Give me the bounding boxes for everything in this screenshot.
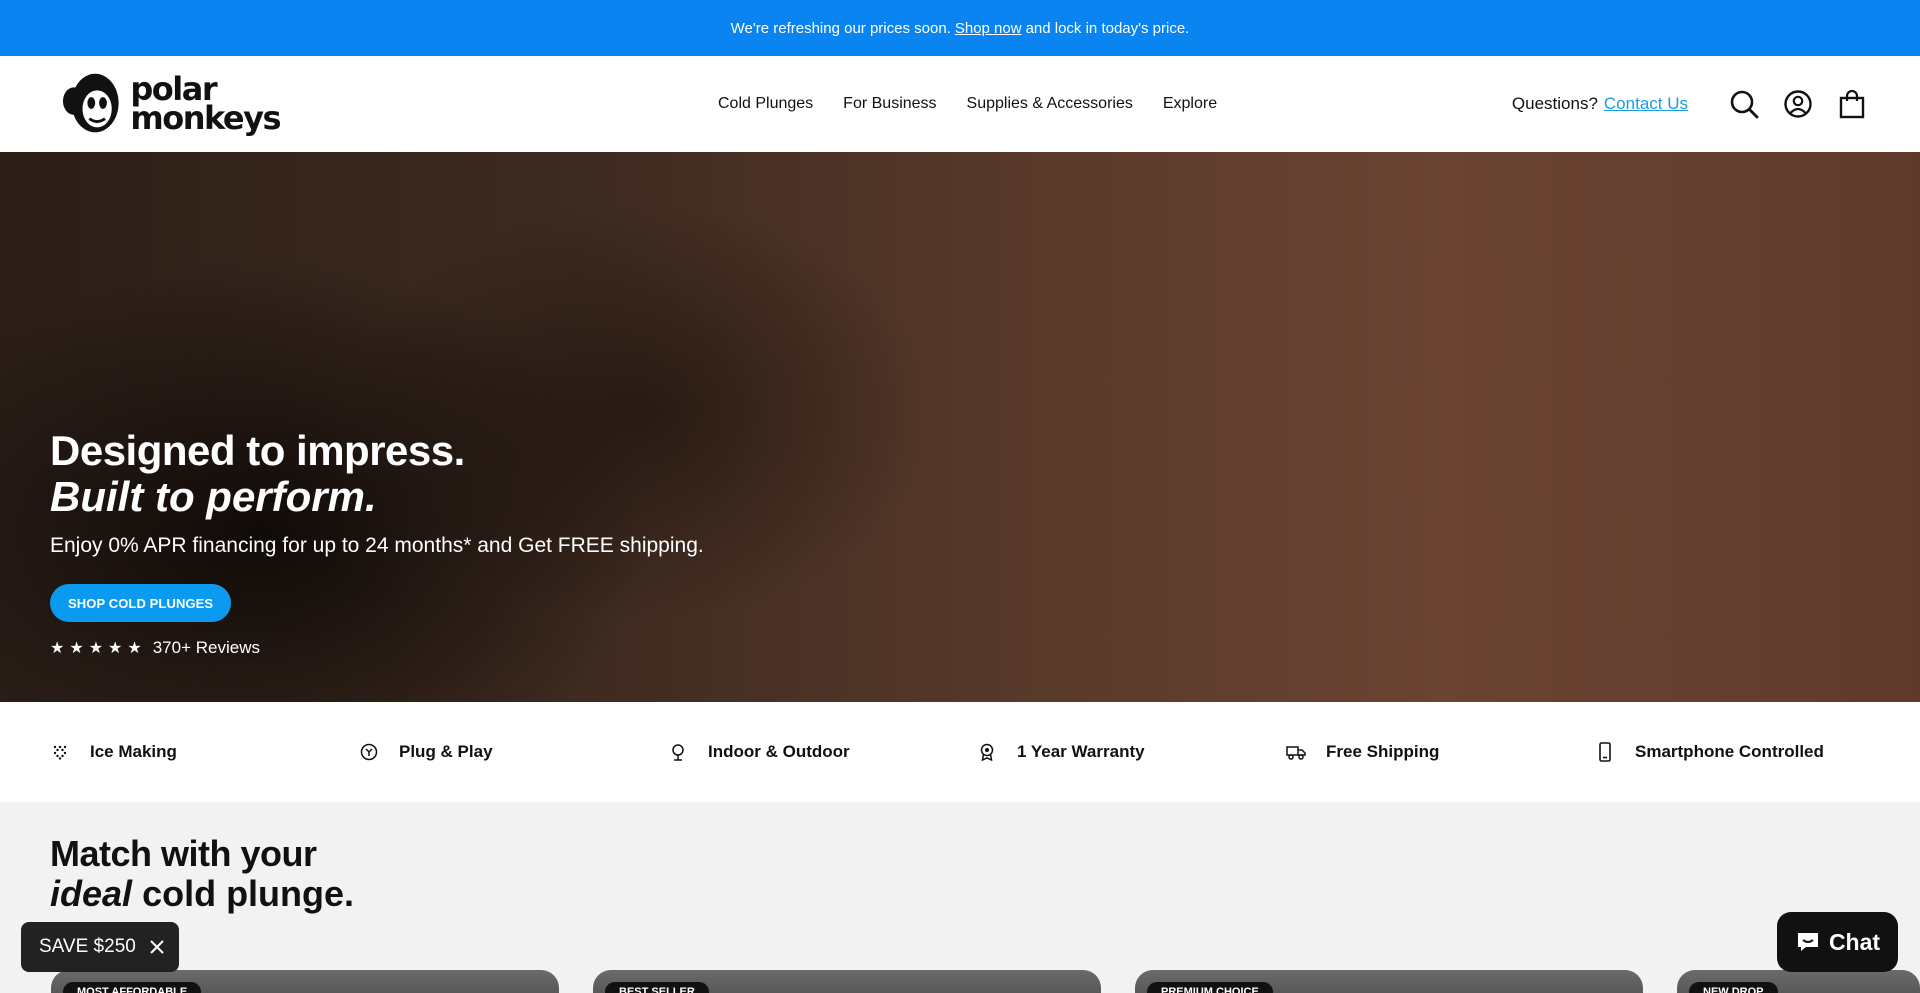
product-card[interactable]: BEST SELLER: [593, 970, 1101, 993]
site-header: polar monkeys Cold Plunges For Business …: [0, 56, 1920, 152]
features-bar: Ice Making Plug & Play Indoor & Outdoor …: [0, 702, 1920, 802]
search-icon[interactable]: [1728, 88, 1760, 120]
card-badge: MOST AFFORDABLE: [63, 982, 202, 993]
award-icon: [977, 742, 997, 762]
feature-label: 1 Year Warranty: [1017, 742, 1145, 761]
match-section: Match with your ideal cold plunge. MOST …: [0, 802, 1920, 993]
shop-cold-plunges-button[interactable]: SHOP COLD PLUNGES: [50, 584, 232, 622]
feature-label: Indoor & Outdoor: [708, 742, 850, 761]
hero-reviews[interactable]: ★★★★★ 370+ Reviews: [50, 638, 260, 658]
announcement-bar: We're refreshing our prices soon. Shop n…: [0, 0, 1920, 56]
feature-free-shipping: Free Shipping: [1286, 702, 1439, 802]
snowflake-icon: [50, 742, 70, 762]
header-actions: Questions? Contact Us: [1512, 56, 1868, 152]
feature-plug-play: Plug & Play: [359, 702, 493, 802]
hero-subtitle: Enjoy 0% APR financing for up to 24 mont…: [50, 534, 704, 557]
feature-ice-making: Ice Making: [50, 702, 177, 802]
product-card[interactable]: PREMIUM CHOICE: [1135, 970, 1643, 993]
save-promo-label: SAVE $250: [39, 936, 136, 957]
chat-bubble-icon: [1797, 933, 1818, 951]
reviews-count: 370+ Reviews: [152, 638, 260, 657]
close-icon[interactable]: [147, 937, 167, 957]
product-card[interactable]: NEW DROP: [1677, 970, 1920, 993]
announcement-text-before: We're refreshing our prices soon.: [730, 19, 951, 37]
card-badge: BEST SELLER: [605, 982, 709, 993]
questions-label: Questions?: [1511, 94, 1598, 113]
smartphone-icon: [1595, 742, 1615, 762]
hero-title: Designed to impress. Built to perform.: [50, 428, 465, 520]
star-rating-icon: ★★★★★: [50, 640, 147, 657]
feature-label: Plug & Play: [399, 742, 493, 761]
main-nav: Cold Plunges For Business Supplies & Acc…: [718, 56, 1217, 152]
cart-icon[interactable]: [1836, 88, 1868, 120]
nav-item-explore[interactable]: Explore: [1163, 95, 1217, 113]
truck-icon: [1286, 742, 1306, 762]
card-badge: PREMIUM CHOICE: [1147, 982, 1273, 993]
chat-button[interactable]: Chat: [1777, 912, 1898, 972]
logo-wordmark: polar monkeys: [130, 70, 281, 137]
product-card[interactable]: MOST AFFORDABLE: [51, 970, 559, 993]
card-badge: NEW DROP: [1689, 982, 1778, 993]
feature-label: Free Shipping: [1326, 742, 1440, 761]
logo[interactable]: polar monkeys: [62, 66, 281, 142]
nav-item-for-business[interactable]: For Business: [843, 95, 936, 113]
feature-smartphone: Smartphone Controlled: [1595, 702, 1824, 802]
match-title: Match with your ideal cold plunge.: [50, 833, 355, 914]
monkey-logo-icon: [62, 73, 119, 133]
tree-icon: [668, 742, 688, 762]
account-icon[interactable]: [1782, 88, 1814, 120]
announcement-text-after: and lock in today's price.: [1025, 19, 1190, 37]
contact-us-link[interactable]: Contact Us: [1604, 94, 1688, 114]
plug-icon: [359, 742, 379, 762]
feature-indoor-outdoor: Indoor & Outdoor: [668, 702, 850, 802]
hero-title-line2: Built to perform.: [50, 473, 377, 520]
nav-item-cold-plunges[interactable]: Cold Plunges: [718, 95, 813, 113]
save-promo-button[interactable]: SAVE $250: [21, 922, 179, 972]
feature-label: Ice Making: [90, 742, 177, 761]
hero-banner: Designed to impress. Built to perform. E…: [0, 152, 1920, 702]
announcement-shop-now-link[interactable]: Shop now: [955, 20, 1022, 37]
feature-warranty: 1 Year Warranty: [977, 702, 1145, 802]
nav-item-supplies-accessories[interactable]: Supplies & Accessories: [967, 95, 1133, 113]
feature-label: Smartphone Controlled: [1635, 742, 1824, 761]
chat-label: Chat: [1828, 928, 1881, 955]
hero-title-line1: Designed to impress.: [50, 427, 465, 474]
